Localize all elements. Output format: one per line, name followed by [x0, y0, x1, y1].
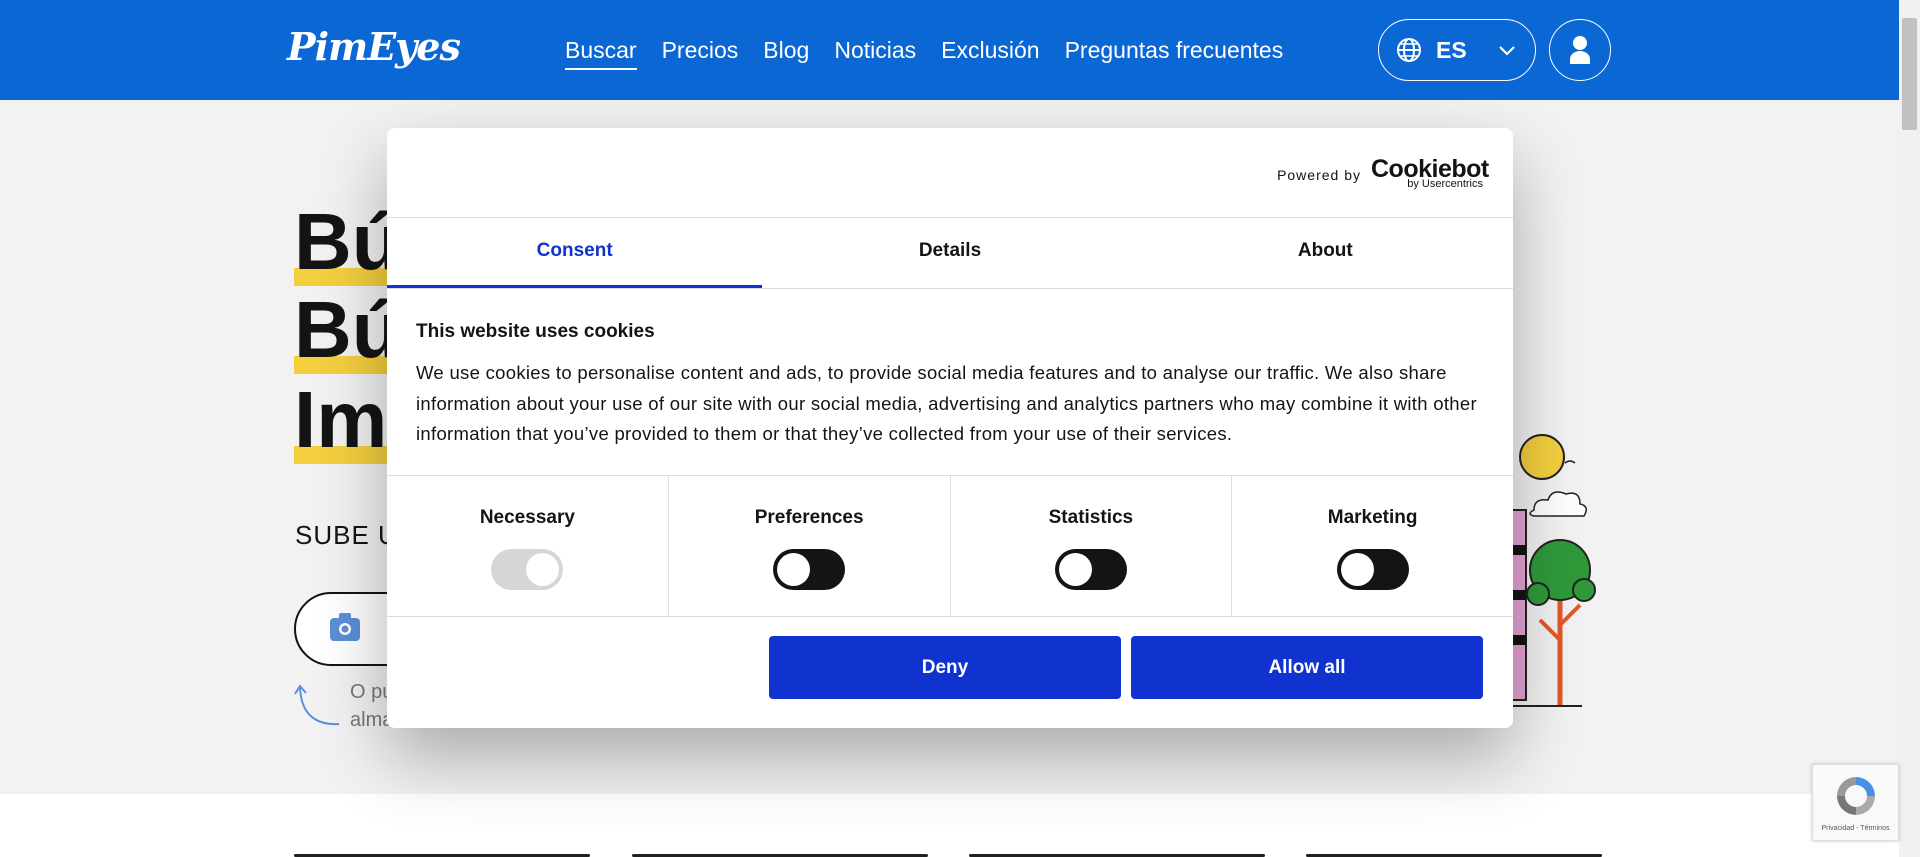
recaptcha-badge[interactable]: Privacidad - Términos — [1812, 764, 1899, 841]
city-illustration — [1500, 434, 1596, 707]
content-strip — [0, 794, 1899, 857]
preferences-toggle[interactable] — [773, 549, 846, 590]
nav-noticias[interactable]: Noticias — [834, 36, 916, 70]
chevron-down-icon — [1499, 46, 1515, 56]
hero-title-line-1: Bú — [294, 197, 401, 286]
consent-title: This website uses cookies — [416, 321, 655, 342]
nav-exclusion[interactable]: Exclusión — [941, 36, 1039, 70]
category-marketing: Marketing — [1232, 476, 1513, 616]
hero-title-line-3: Im — [294, 375, 388, 464]
consent-tabs: Consent Details About — [387, 217, 1513, 289]
category-necessary: Necessary — [387, 476, 669, 616]
category-statistics: Statistics — [951, 476, 1233, 616]
main-nav: Buscar Precios Blog Noticias Exclusión P… — [565, 36, 1283, 70]
language-selector[interactable]: ES — [1378, 19, 1536, 81]
statistics-toggle[interactable] — [1054, 549, 1127, 590]
cookie-categories: Necessary Preferences Statistics Marketi… — [387, 475, 1513, 617]
recaptcha-icon — [1837, 777, 1875, 815]
site-header: PimEyes Buscar Precios Blog Noticias Exc… — [0, 0, 1899, 100]
cookiebot-logo[interactable]: Cookiebot by Usercentrics — [1371, 156, 1489, 194]
powered-by-label: Powered by — [1277, 167, 1361, 183]
category-label: Marketing — [1327, 507, 1418, 528]
globe-icon — [1397, 38, 1421, 62]
marketing-toggle[interactable] — [1336, 549, 1409, 590]
recaptcha-terms[interactable]: Privacidad - Términos — [1813, 825, 1898, 832]
camera-icon — [330, 613, 360, 641]
category-label: Statistics — [1048, 507, 1134, 528]
user-icon — [1570, 36, 1590, 64]
curved-arrow-icon — [294, 684, 340, 726]
cookie-consent-dialog: Powered by Cookiebot by Usercentrics Con… — [387, 128, 1513, 728]
scrollbar-thumb[interactable] — [1902, 18, 1917, 130]
tab-details[interactable]: Details — [762, 218, 1137, 288]
tab-about[interactable]: About — [1138, 218, 1513, 288]
nav-faq[interactable]: Preguntas frecuentes — [1065, 36, 1284, 70]
tab-consent[interactable]: Consent — [387, 218, 763, 288]
deny-button[interactable]: Deny — [769, 636, 1121, 699]
hero-title-line-2: Bú — [294, 285, 401, 374]
language-code: ES — [1436, 37, 1467, 63]
pimeyes-logo[interactable]: PimEyes — [287, 24, 461, 69]
nav-precios[interactable]: Precios — [662, 36, 739, 70]
category-label: Necessary — [479, 507, 575, 528]
page-scrollbar[interactable] — [1899, 0, 1920, 857]
allow-all-button[interactable]: Allow all — [1131, 636, 1483, 699]
necessary-toggle — [491, 549, 564, 590]
consent-body: We use cookies to personalise content an… — [416, 362, 1477, 444]
category-label: Preferences — [754, 507, 864, 528]
powered-by: Powered by Cookiebot by Usercentrics — [1277, 156, 1489, 194]
nav-blog[interactable]: Blog — [763, 36, 809, 70]
nav-buscar[interactable]: Buscar — [565, 36, 637, 70]
user-account-button[interactable] — [1549, 19, 1611, 81]
category-preferences: Preferences — [669, 476, 951, 616]
